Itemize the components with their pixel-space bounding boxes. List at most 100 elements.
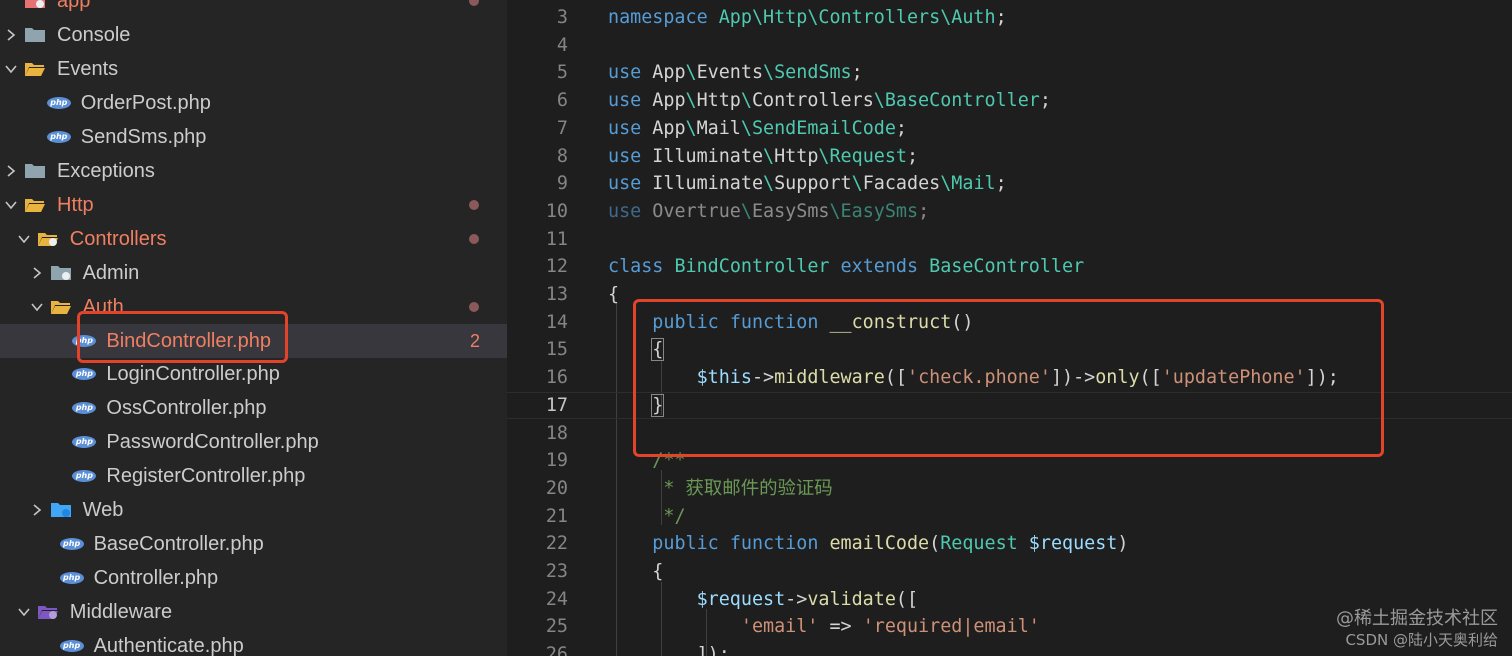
chevron-down-icon[interactable] — [17, 232, 31, 246]
line-number: 16 — [545, 367, 568, 389]
line-number: 11 — [545, 228, 568, 250]
php-file-icon: php — [46, 96, 71, 109]
line-number: 18 — [545, 422, 568, 444]
tree-item-admin[interactable]: Admin — [0, 256, 507, 290]
line-number: 23 — [545, 561, 568, 582]
tree-item-controller-php[interactable]: php Controller.php — [0, 561, 507, 595]
code-text: public function emailCode(Request $reque… — [652, 533, 1129, 555]
tree-item-basecontroller-php[interactable]: php BaseController.php — [0, 527, 507, 561]
tree-item-label: Exceptions — [57, 159, 155, 182]
tree-item-orderpost-php[interactable]: php OrderPost.php — [0, 86, 507, 120]
code-line[interactable]: 8 use Illuminate\Http\Request; — [507, 143, 1512, 171]
code-line[interactable]: 7 use App\Mail\SendEmailCode; — [507, 115, 1512, 143]
code-text: use Illuminate\Support\Facades\Mail; — [608, 173, 1007, 195]
line-number: 15 — [545, 339, 568, 361]
tree-item-http[interactable]: Http — [0, 188, 507, 222]
code-line[interactable]: 11 — [507, 226, 1512, 254]
tree-item-console[interactable]: Console — [0, 18, 507, 52]
line-number: 17 — [545, 394, 568, 416]
tree-item-label: Events — [57, 57, 119, 80]
line-number: 19 — [545, 450, 568, 472]
chevron-right-icon[interactable] — [4, 28, 18, 42]
line-number: 12 — [545, 256, 568, 278]
chevron-down-icon[interactable] — [4, 62, 18, 76]
tree-item-middleware[interactable]: Middleware — [0, 595, 507, 629]
php-file-icon: php — [59, 640, 84, 653]
line-number: 21 — [545, 505, 568, 527]
php-file-icon: php — [72, 402, 97, 415]
code-text: namespace App\Http\Controllers\Auth; — [608, 7, 1007, 28]
tree-item-exceptions[interactable]: Exceptions — [0, 154, 507, 188]
line-number: 4 — [556, 34, 568, 56]
tree-item-sendsms-php[interactable]: php SendSms.php — [0, 120, 507, 154]
modified-dot — [469, 301, 479, 312]
code-editor[interactable]: 3 namespace App\Http\Controllers\Auth; 4 5 u… — [507, 0, 1512, 656]
constructor-highlight-box — [633, 299, 1384, 457]
tree-item-label: OrderPost.php — [80, 91, 211, 114]
code-line[interactable]: 6 use App\Http\Controllers\BaseController… — [507, 87, 1512, 115]
folder-icon — [50, 503, 71, 518]
tree-item-authenticate-php[interactable]: php Authenticate.php — [0, 629, 507, 656]
code-line[interactable]: 12 class BindController extends BaseContr… — [507, 253, 1512, 281]
problems-count-badge: 2 — [470, 330, 481, 351]
code-text: ]); — [608, 644, 730, 656]
chevron-right-icon[interactable] — [4, 164, 18, 178]
tree-item-label: Admin — [82, 261, 140, 284]
tree-item-events[interactable]: Events — [0, 52, 507, 86]
code-line[interactable]: 5 use App\Events\SendSms; — [507, 59, 1512, 87]
tree-item-label: Web — [82, 499, 124, 522]
line-number: 10 — [545, 200, 568, 222]
code-text: use App\Http\Controllers\BaseController; — [608, 90, 1051, 112]
watermark-juejin: @稀土掘金技术社区 — [1336, 608, 1498, 629]
line-number: 3 — [556, 7, 568, 28]
tree-item-label: OssController.php — [106, 397, 267, 420]
code-line[interactable]: 10 use Overtrue\EasySms\EasySms; — [507, 198, 1512, 226]
tree-item-controllers[interactable]: Controllers — [0, 222, 507, 256]
line-number: 24 — [545, 588, 568, 610]
chevron-down-icon[interactable] — [17, 605, 31, 619]
chevron-right-icon[interactable] — [30, 503, 44, 517]
tree-item-osscontroller-php[interactable]: php OssController.php — [0, 391, 507, 425]
tree-item-web[interactable]: Web — [0, 493, 507, 527]
line-number: 5 — [556, 62, 568, 84]
modified-dot — [469, 199, 479, 210]
chevron-right-icon[interactable] — [30, 266, 44, 280]
php-file-icon: php — [72, 436, 97, 449]
folder-icon — [25, 27, 45, 42]
code-text: use App\Events\SendSms; — [608, 62, 863, 84]
code-text: $request->validate([ — [696, 588, 919, 610]
code-text: class BindController extends BaseControl… — [608, 256, 1085, 278]
code-text: * 获取邮件的验证码 — [663, 477, 833, 499]
code-text: { — [608, 561, 664, 582]
tree-item-label: PasswordController.php — [106, 431, 319, 454]
folder-open-icon — [37, 606, 58, 620]
code-line[interactable]: 23 { — [507, 558, 1512, 586]
line-number: 7 — [556, 117, 568, 139]
line-number: 8 — [556, 145, 568, 167]
tree-item-app[interactable]: app — [0, 0, 507, 18]
code-line[interactable]: 4 — [507, 32, 1512, 60]
folder-open-icon — [25, 62, 45, 76]
chevron-down-icon[interactable] — [30, 300, 44, 314]
code-line[interactable]: 21 */ — [507, 503, 1512, 531]
tree-item-label: Authenticate.php — [93, 635, 244, 656]
chevron-down-icon[interactable] — [4, 198, 18, 212]
tree-item-label: Controllers — [69, 227, 167, 250]
modified-dot — [469, 0, 479, 6]
selected-file-highlight-box — [77, 311, 288, 363]
watermark-csdn: CSDN @陆小天奥利给 — [1345, 631, 1498, 649]
tree-item-label: Controller.php — [93, 567, 219, 590]
line-number: 22 — [545, 533, 568, 555]
code-line[interactable]: 3 namespace App\Http\Controllers\Auth; — [507, 4, 1512, 32]
folder-open-icon — [37, 232, 58, 246]
folder-icon — [25, 0, 45, 8]
tree-item-label: SendSms.php — [80, 125, 207, 148]
code-line[interactable]: 22 public function emailCode(Request $re… — [507, 530, 1512, 558]
line-number: 14 — [545, 311, 568, 333]
tree-item-passwordcontroller-php[interactable]: php PasswordController.php — [0, 425, 507, 459]
tree-item-registercontroller-php[interactable]: php RegisterController.php — [0, 459, 507, 493]
modified-dot — [469, 233, 479, 244]
code-line[interactable]: 20 * 获取邮件的验证码 — [507, 475, 1512, 503]
folder-open-icon — [50, 300, 71, 314]
code-line[interactable]: 9 use Illuminate\Support\Facades\Mail; — [507, 170, 1512, 198]
